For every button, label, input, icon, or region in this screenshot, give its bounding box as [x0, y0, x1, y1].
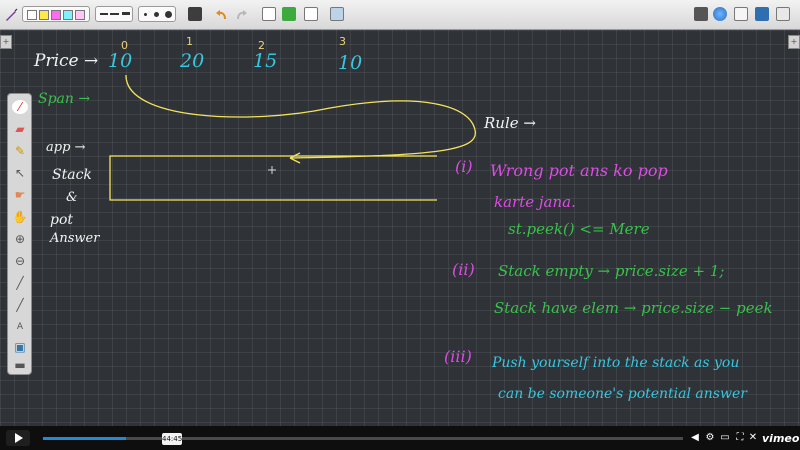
rule-3-line-2: can be someone's potential answer — [498, 386, 747, 402]
stack-box — [109, 155, 437, 201]
laser-icon[interactable]: ╱ — [12, 276, 28, 290]
close-icon[interactable]: ✕ — [748, 433, 758, 443]
color-swatch-yellow[interactable] — [39, 10, 49, 20]
copy-page-icon[interactable] — [282, 7, 296, 21]
pip-icon[interactable]: ▭ — [720, 433, 730, 443]
dot-size-medium[interactable] — [154, 12, 159, 17]
more-tools-icon[interactable]: ▬ — [12, 358, 28, 372]
highlighter-icon[interactable]: ✎ — [12, 144, 28, 158]
rule-2-number: (ii) — [452, 260, 475, 279]
eraser-icon[interactable]: ▰ — [12, 122, 28, 136]
zoom-out-icon[interactable]: ⊖ — [12, 254, 28, 268]
redo-icon[interactable] — [235, 7, 249, 21]
rule-1-code: st.peek() <= Mere — [508, 220, 650, 238]
rule-1-line-2: karte jana. — [494, 193, 576, 211]
dot-size-icon — [144, 13, 147, 16]
desktop-icon[interactable] — [755, 7, 769, 21]
undo-icon[interactable] — [214, 7, 228, 21]
rule-2-line-1: Stack empty → price.size + 1; — [498, 262, 725, 280]
line-style-medium[interactable] — [110, 13, 119, 15]
capture-icon[interactable]: ▣ — [12, 340, 28, 354]
line-style-thick[interactable] — [122, 12, 130, 15]
cursor-crosshair — [268, 166, 276, 174]
push-arrow-curve — [125, 74, 477, 159]
rule-1-line-1: Wrong pot ans ko pop — [490, 161, 668, 180]
dot-size-large[interactable] — [165, 11, 172, 18]
pen-tool-icon[interactable] — [4, 7, 18, 21]
dot-size-picker[interactable] — [138, 6, 176, 22]
color-swatch-white[interactable] — [27, 10, 37, 20]
hand-pan-icon[interactable]: ✋ — [12, 210, 28, 224]
color-swatch-pink[interactable] — [75, 10, 85, 20]
hand-pointer-icon[interactable]: ☛ — [12, 188, 28, 202]
app-toolbar — [0, 0, 800, 30]
rule-1-number: (i) — [455, 157, 473, 176]
screen-capture-icon[interactable] — [330, 7, 344, 21]
tool-palette: ⁄ ▰ ✎ ↖ ☛ ✋ ⊕ ⊖ ╱ ╱ A ▣ ▬ — [7, 93, 32, 375]
color-swatch-cyan[interactable] — [63, 10, 73, 20]
rule-3-line-1: Push yourself into the stack as you — [492, 355, 740, 371]
add-page-icon[interactable] — [262, 7, 276, 21]
time-tooltip: 44:45 — [162, 433, 183, 445]
seek-bar[interactable]: 44:45 — [43, 433, 683, 445]
rule-label: Rule → — [484, 114, 536, 132]
pen-icon[interactable]: ⁄ — [12, 100, 28, 114]
gear-icon[interactable]: ⚙ — [705, 433, 715, 443]
color-palette[interactable] — [22, 6, 90, 22]
keyboard-icon[interactable] — [188, 7, 202, 21]
left-expand-handle[interactable]: + — [0, 35, 12, 49]
line-style-picker[interactable] — [95, 6, 133, 22]
vimeo-logo[interactable]: vimeo — [762, 432, 799, 445]
text-tool-icon[interactable]: A — [12, 320, 28, 334]
zoom-in-icon[interactable]: ⊕ — [12, 232, 28, 246]
paste-page-icon[interactable] — [304, 7, 318, 21]
board-mode-icon[interactable] — [694, 7, 708, 21]
video-player-bar: 44:45 ◀ ⚙ ▭ ⛶ ✕ vimeo — [0, 426, 800, 450]
fullscreen-icon[interactable]: ⛶ — [735, 433, 745, 443]
pointer-icon[interactable]: ↖ — [12, 166, 28, 180]
color-swatch-magenta[interactable] — [51, 10, 61, 20]
settings-icon[interactable] — [776, 7, 790, 21]
rule-3-number: (iii) — [444, 347, 472, 366]
rule-2-line-2: Stack have elem → price.size − peek — [494, 299, 773, 317]
whiteboard[interactable]: 0 1 2 3 Price → 10 20 15 10 Span → app →… — [0, 30, 800, 426]
right-expand-handle[interactable]: + — [788, 35, 800, 49]
play-button[interactable] — [6, 430, 30, 446]
line-style-icon — [100, 13, 108, 15]
line-icon[interactable]: ╱ — [12, 298, 28, 312]
web-icon[interactable] — [713, 7, 727, 21]
documents-icon[interactable] — [734, 7, 748, 21]
volume-icon[interactable]: ◀ — [690, 433, 700, 443]
seek-bar-progress — [43, 437, 127, 440]
